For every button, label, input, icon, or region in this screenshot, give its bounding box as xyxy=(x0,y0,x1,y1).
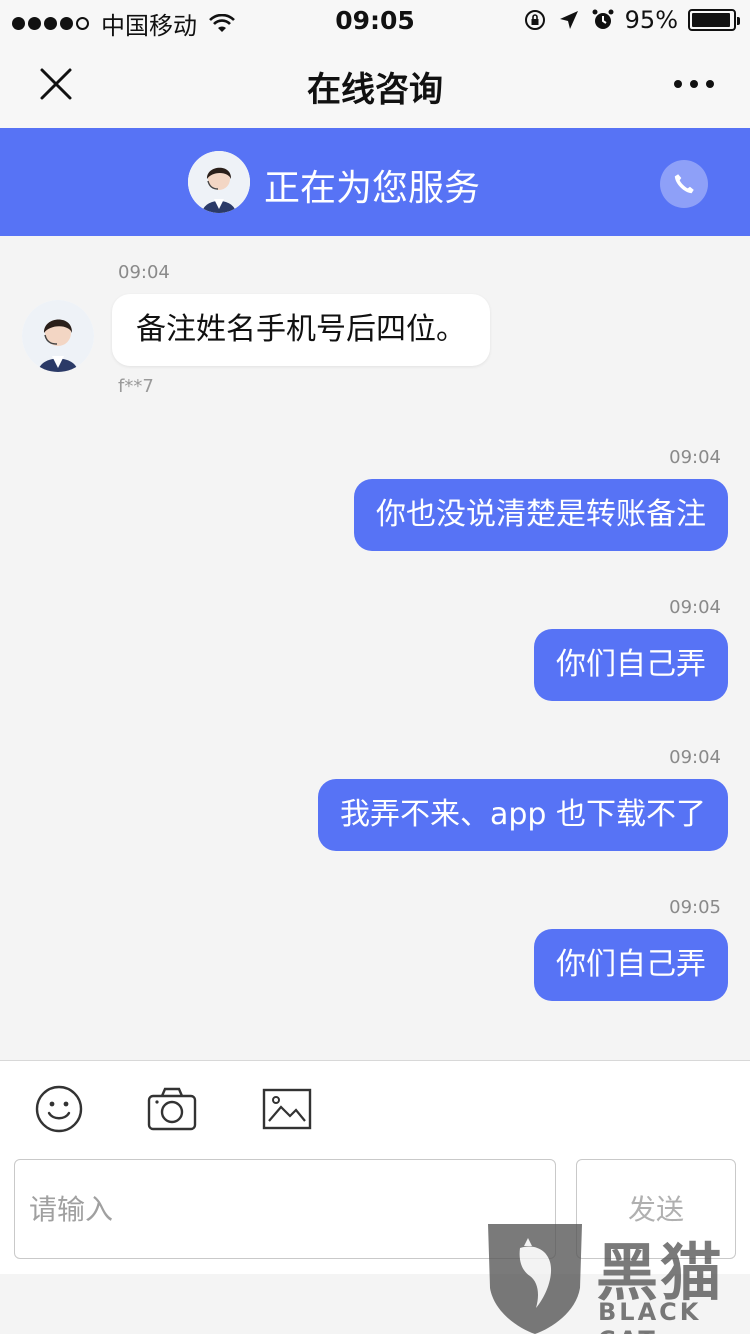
message-bubble-outgoing: 我弄不来、app 也下载不了 xyxy=(317,779,728,851)
message-bubble-outgoing: 你们自己弄 xyxy=(534,629,728,701)
lock-rotation-icon xyxy=(524,10,545,30)
message-timestamp: 09:05 xyxy=(669,897,721,918)
message-input[interactable] xyxy=(14,1159,556,1259)
location-arrow-icon xyxy=(559,11,578,29)
page-title: 在线咨询 xyxy=(307,70,443,110)
more-icon[interactable] xyxy=(674,80,714,88)
battery-percent: 95% xyxy=(624,6,678,34)
battery-icon xyxy=(688,9,740,31)
message-timestamp: 09:04 xyxy=(118,262,170,283)
cat-shield-logo xyxy=(488,1224,582,1334)
battery-fill xyxy=(692,13,730,27)
emoji-icon[interactable] xyxy=(33,1083,85,1135)
alarm-icon xyxy=(592,9,614,29)
status-right: 95% xyxy=(523,6,740,34)
agent-avatar xyxy=(188,151,250,213)
agent-avatar xyxy=(22,300,94,372)
service-title: 正在为您服务 xyxy=(264,168,481,209)
watermark-en: BLACK CAT xyxy=(598,1298,702,1334)
message-bubble-outgoing: 你也没说清楚是转账备注 xyxy=(354,479,728,551)
sender-name: f**7 xyxy=(118,376,154,397)
message-bubble-outgoing: 你们自己弄 xyxy=(534,929,728,1001)
phone-button[interactable] xyxy=(660,160,708,208)
nav-bar: 在线咨询 xyxy=(0,40,750,128)
chat-area[interactable]: 09:04 备注姓名手机号后四位。 f**7 09:04 你也没说清楚是转账备注… xyxy=(0,236,750,1060)
blackcat-watermark: 黑猫 BLACK CAT xyxy=(480,1218,750,1334)
camera-icon[interactable] xyxy=(146,1083,198,1135)
message-bubble-incoming: 备注姓名手机号后四位。 xyxy=(112,294,490,366)
phone-icon xyxy=(674,174,694,194)
service-banner: 正在为您服务 xyxy=(0,128,750,236)
status-bar: 中国移动 09:05 95% xyxy=(0,0,750,40)
message-timestamp: 09:04 xyxy=(669,747,721,768)
message-timestamp: 09:04 xyxy=(669,597,721,618)
image-icon[interactable] xyxy=(261,1083,313,1135)
message-timestamp: 09:04 xyxy=(669,447,721,468)
